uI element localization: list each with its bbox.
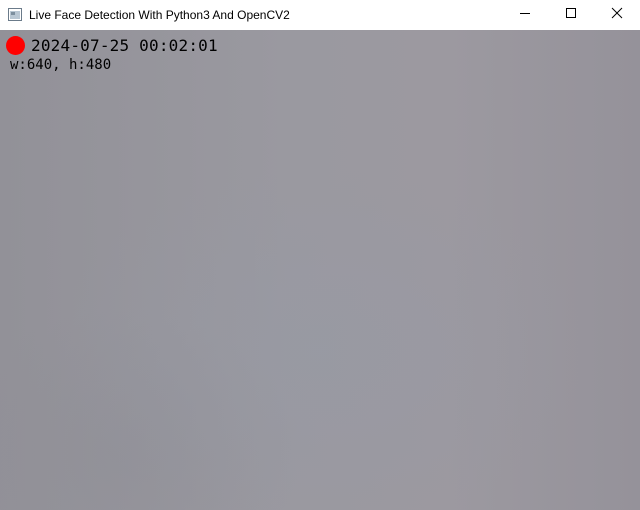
recording-indicator-icon bbox=[6, 36, 25, 55]
window-title: Live Face Detection With Python3 And Ope… bbox=[29, 8, 290, 22]
camera-feed: 2024-07-25 00:02:01 w:640, h:480 bbox=[0, 30, 640, 510]
close-button[interactable] bbox=[594, 0, 640, 30]
timestamp-overlay: 2024-07-25 00:02:01 bbox=[31, 36, 218, 55]
window-app-icon bbox=[8, 8, 22, 21]
title-bar[interactable]: Live Face Detection With Python3 And Ope… bbox=[0, 0, 640, 30]
close-icon bbox=[611, 6, 623, 24]
maximize-button[interactable] bbox=[548, 0, 594, 30]
maximize-icon bbox=[565, 6, 577, 24]
app-window: Live Face Detection With Python3 And Ope… bbox=[0, 0, 640, 510]
minimize-button[interactable] bbox=[502, 0, 548, 30]
frame-dimensions-overlay: w:640, h:480 bbox=[10, 57, 112, 73]
minimize-icon bbox=[519, 6, 531, 24]
